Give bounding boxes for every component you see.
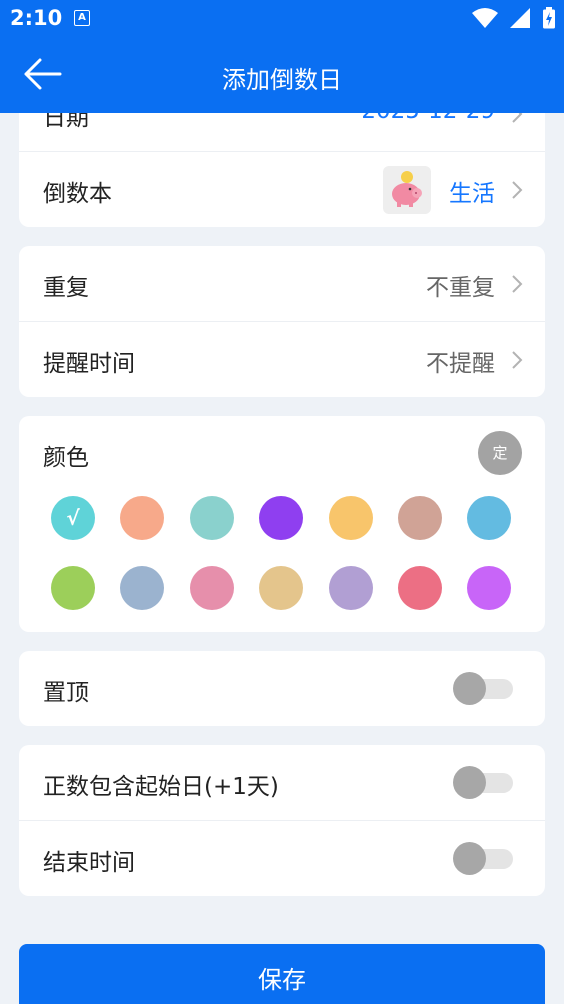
chevron-right-icon: [512, 181, 523, 199]
repeat-value: 不重复: [426, 275, 495, 301]
notification-icon: A: [74, 10, 90, 26]
book-row[interactable]: 倒数本 生活: [19, 152, 545, 227]
toggle-knob: [453, 842, 486, 875]
form-content[interactable]: 日期 2025-12-29 倒数本 生活: [0, 113, 564, 1004]
date-row[interactable]: 日期 2025-12-29: [19, 113, 545, 152]
page-title: 添加倒数日: [222, 66, 342, 94]
repeat-row[interactable]: 重复 不重复: [19, 246, 545, 322]
include-start-label: 正数包含起始日(+1天): [43, 774, 279, 800]
end-time-row: 结束时间: [19, 821, 545, 896]
color-label: 颜色: [43, 445, 89, 471]
pin-card: 置顶: [19, 651, 545, 726]
date-value: 2025-12-29: [361, 113, 495, 124]
book-value: 生活: [449, 181, 495, 207]
color-swatch[interactable]: [329, 566, 373, 610]
color-swatch[interactable]: [190, 566, 234, 610]
options-card: 正数包含起始日(+1天) 结束时间: [19, 745, 545, 896]
chevron-right-icon: [512, 275, 523, 293]
pin-label: 置顶: [43, 680, 89, 706]
include-start-row: 正数包含起始日(+1天): [19, 745, 545, 821]
wifi-icon: [471, 8, 498, 28]
repeat-reminder-card: 重复 不重复 提醒时间 不提醒: [19, 246, 545, 397]
chevron-right-icon: [512, 351, 523, 369]
end-time-label: 结束时间: [43, 850, 135, 876]
repeat-label: 重复: [43, 275, 89, 301]
end-time-toggle[interactable]: [453, 841, 515, 875]
color-swatch[interactable]: [51, 566, 95, 610]
color-swatch[interactable]: [467, 496, 511, 540]
reminder-label: 提醒时间: [43, 351, 135, 377]
signal-icon: [509, 8, 530, 28]
color-swatch[interactable]: [190, 496, 234, 540]
save-button[interactable]: 保存: [19, 944, 545, 1004]
date-book-card: 日期 2025-12-29 倒数本 生活: [19, 113, 545, 227]
pin-row: 置顶: [19, 651, 545, 726]
custom-color-button[interactable]: 定: [478, 431, 522, 475]
toggle-knob: [453, 766, 486, 799]
piggy-bank-icon: [383, 166, 431, 214]
color-swatch[interactable]: [120, 566, 164, 610]
include-start-toggle[interactable]: [453, 765, 515, 799]
chevron-right-icon: [512, 113, 523, 123]
color-swatch[interactable]: [259, 566, 303, 610]
date-label: 日期: [43, 113, 89, 131]
battery-icon: [543, 7, 555, 29]
status-bar: 2:10 A: [0, 0, 564, 36]
pin-toggle[interactable]: [453, 671, 515, 705]
color-swatch[interactable]: [329, 496, 373, 540]
status-time: 2:10: [10, 6, 63, 30]
color-swatch[interactable]: [398, 496, 442, 540]
app-header: 添加倒数日: [0, 36, 564, 113]
color-swatch[interactable]: [259, 496, 303, 540]
color-swatch-selected[interactable]: √: [51, 496, 95, 540]
reminder-row[interactable]: 提醒时间 不提醒: [19, 322, 545, 397]
reminder-value: 不提醒: [426, 351, 495, 377]
color-swatch[interactable]: [120, 496, 164, 540]
book-label: 倒数本: [43, 181, 112, 207]
toggle-knob: [453, 672, 486, 705]
status-icons: [466, 7, 556, 29]
color-card: 颜色 定 √: [19, 416, 545, 632]
color-swatch[interactable]: [467, 566, 511, 610]
color-swatch[interactable]: [398, 566, 442, 610]
